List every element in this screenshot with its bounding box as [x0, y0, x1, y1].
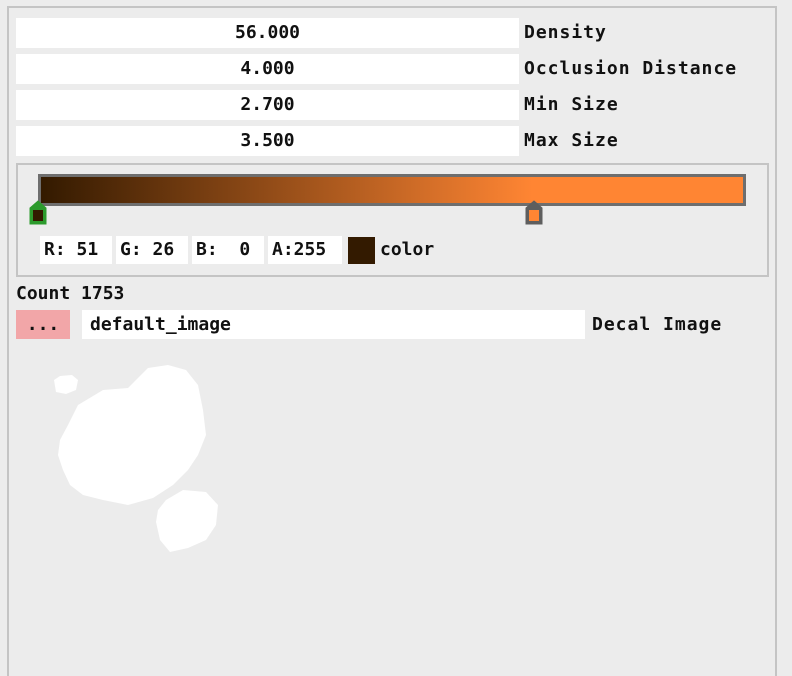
red-field[interactable]: R: 51	[40, 236, 112, 264]
min-size-label: Min Size	[524, 94, 619, 115]
green-field[interactable]: G: 26	[116, 236, 188, 264]
gradient-stop-swatch	[528, 210, 539, 221]
max-size-label: Max Size	[524, 130, 619, 151]
density-label: Density	[524, 22, 607, 43]
occlusion-distance-field[interactable]: 4.000	[16, 54, 519, 84]
gradient-bar[interactable]	[38, 174, 746, 206]
decal-preview-image	[54, 365, 218, 552]
gradient-editor: R: 51 G: 26 B: 0 A:255 color	[16, 163, 769, 277]
gradient-stop-handle-start[interactable]	[29, 200, 47, 225]
gradient-stop-swatch	[33, 210, 43, 221]
min-size-field[interactable]: 2.700	[16, 90, 519, 120]
decal-image-label: Decal Image	[592, 314, 723, 335]
color-swatch[interactable]	[348, 237, 375, 264]
color-label: color	[380, 239, 435, 260]
blue-field[interactable]: B: 0	[192, 236, 264, 264]
particle-count: Count 1753	[16, 283, 125, 304]
decal-path-field[interactable]: default_image	[82, 310, 585, 339]
occlusion-distance-label: Occlusion Distance	[524, 58, 738, 79]
browse-button[interactable]: ...	[16, 310, 70, 339]
density-field[interactable]: 56.000	[16, 18, 519, 48]
alpha-field[interactable]: A:255	[268, 236, 342, 264]
gradient-stop-handle-end[interactable]	[525, 200, 543, 225]
max-size-field[interactable]: 3.500	[16, 126, 519, 156]
